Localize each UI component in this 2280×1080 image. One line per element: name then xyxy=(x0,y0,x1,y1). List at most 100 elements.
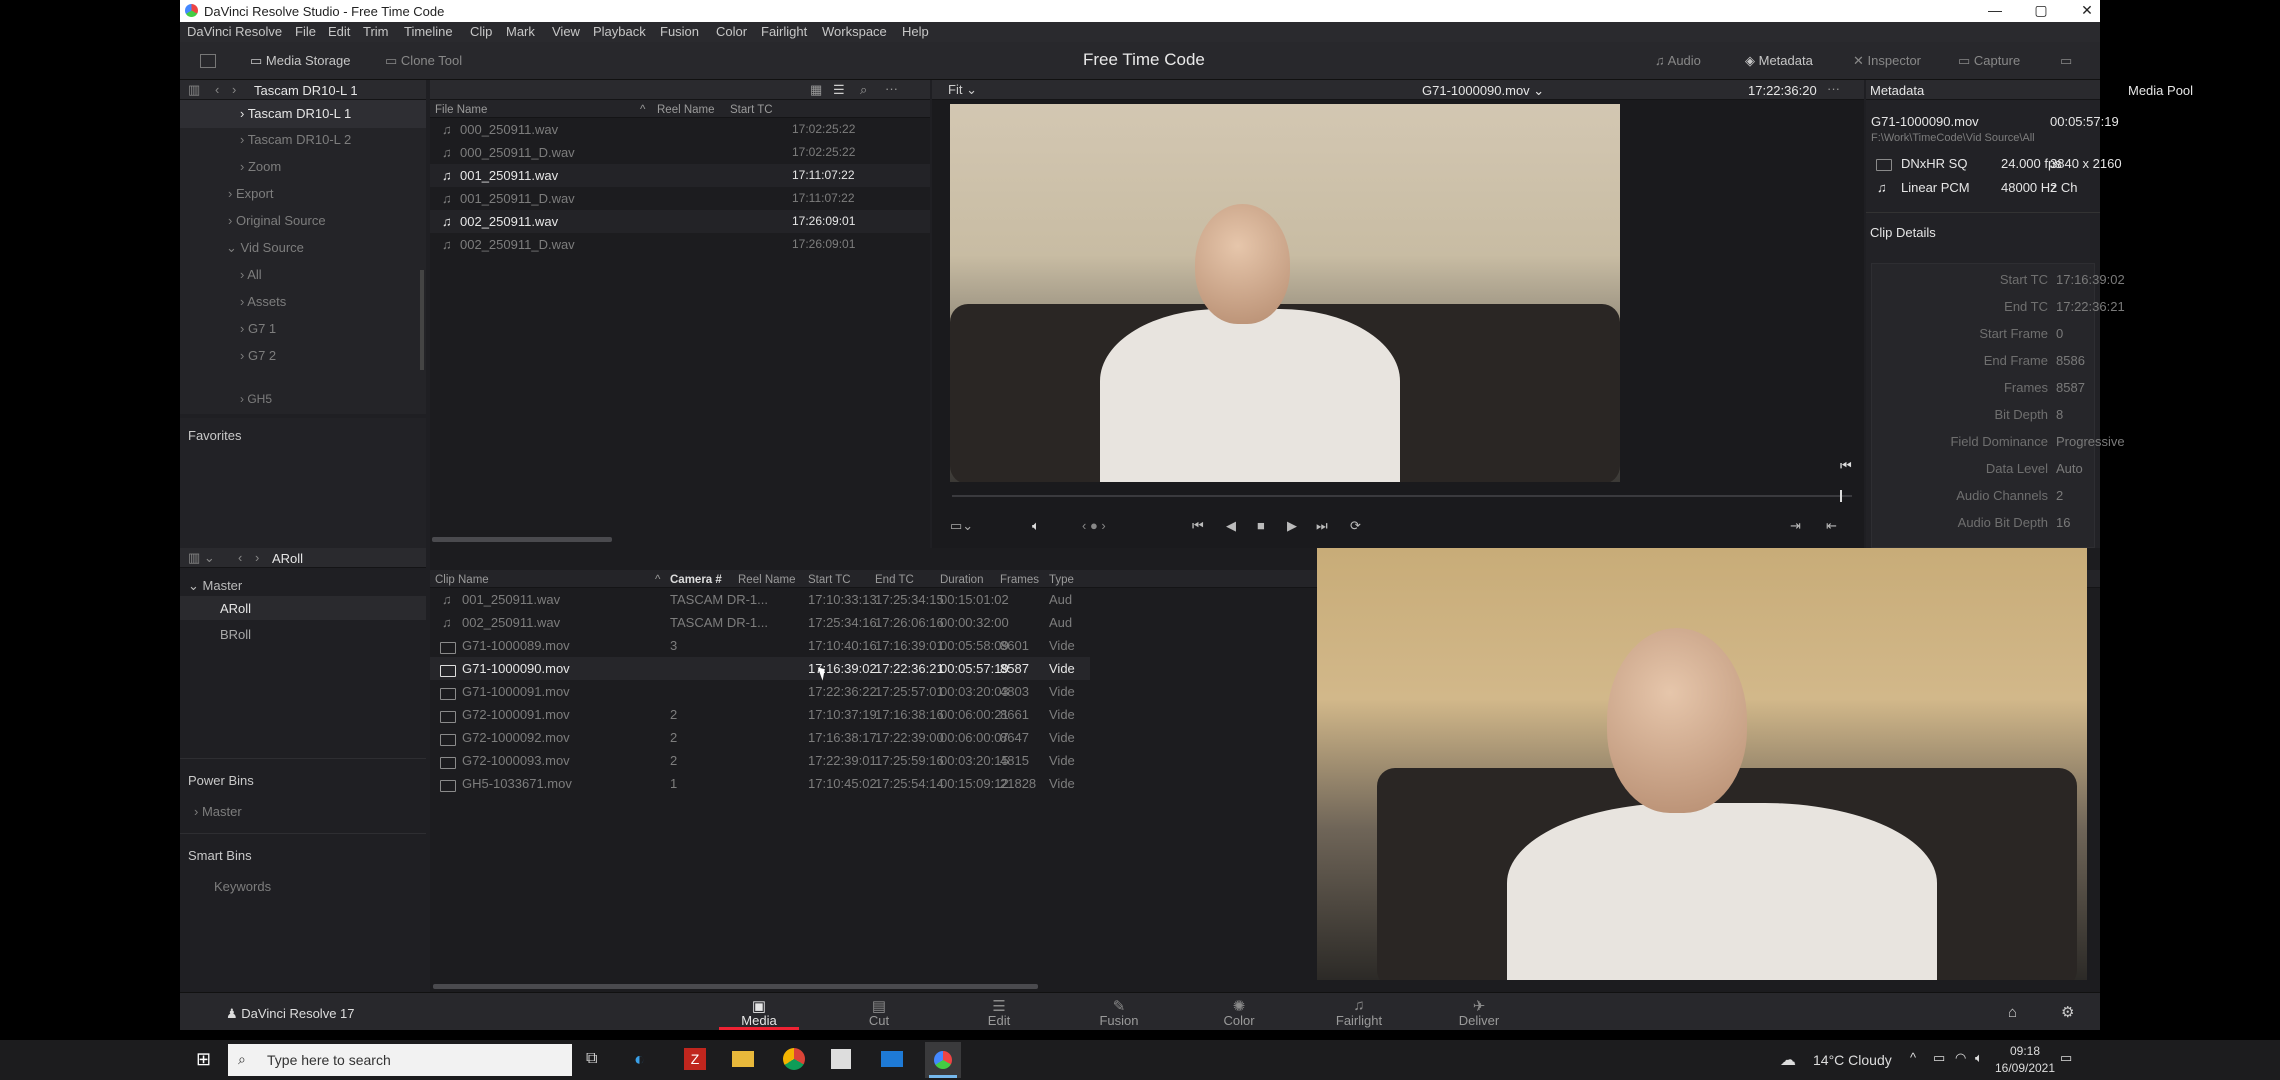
col-start-tc[interactable]: Start TC xyxy=(808,574,851,586)
table-row[interactable]: G72-1000093.mov 2 17:22:39:01 17:25:59:1… xyxy=(430,749,1090,772)
sidebar-toggle-icon[interactable]: ▥ xyxy=(188,82,200,98)
list-item[interactable]: ♫ 001_250911.wav 17:11:07:22 xyxy=(430,164,930,187)
col-type[interactable]: Type xyxy=(1049,574,1074,586)
tree-item-original-source[interactable]: › Original Source xyxy=(228,213,326,228)
table-row[interactable]: GH5-1033671.mov 1 17:10:45:02 17:25:54:1… xyxy=(430,772,1090,795)
tree-item-zoom[interactable]: › Zoom xyxy=(240,159,281,174)
page-deliver[interactable]: ✈ Deliver xyxy=(1439,997,1519,1028)
bin-list-toggle-icon[interactable]: ▥ ⌄ xyxy=(188,550,215,566)
minimize-icon[interactable]: — xyxy=(1980,2,2010,18)
clock-time[interactable]: 09:18 xyxy=(2000,1044,2050,1058)
bin-forward-icon[interactable]: › xyxy=(255,550,259,565)
table-row[interactable]: ♫ 002_250911.wav TASCAM DR-1... 17:25:34… xyxy=(430,611,1090,634)
volume-icon[interactable]: 🔈︎ xyxy=(1032,518,1040,534)
page-fusion[interactable]: ✎ Fusion xyxy=(1079,997,1159,1028)
tree-item-vid-source[interactable]: ⌄ Vid Source xyxy=(226,240,304,256)
metadata-button[interactable]: ◈ Metadata xyxy=(1745,53,1813,69)
jog-control[interactable]: ‹ ● › xyxy=(1082,518,1106,533)
skip-to-start-icon[interactable]: ⏮ xyxy=(1192,518,1204,534)
close-icon[interactable]: ✕ xyxy=(2072,2,2102,19)
tree-item-tascam-1[interactable]: › Tascam DR10-L 1 xyxy=(240,106,351,121)
col-sort-icon[interactable]: ^ xyxy=(640,104,645,116)
power-bin-master[interactable]: › Master xyxy=(194,804,242,819)
viewer-options-icon[interactable]: ··· xyxy=(1827,81,1840,96)
menu-workspace[interactable]: Workspace xyxy=(822,24,887,39)
list-item[interactable]: ♫ 000_250911.wav 17:02:25:22 xyxy=(430,118,930,141)
filezilla-icon[interactable]: Z xyxy=(684,1048,706,1070)
page-color[interactable]: ✺ Color xyxy=(1199,997,1279,1028)
menu-edit[interactable]: Edit xyxy=(328,24,350,39)
page-edit[interactable]: ☰ Edit xyxy=(959,997,1039,1028)
go-to-first-frame-icon[interactable]: ⏮ xyxy=(1840,458,1852,474)
home-icon[interactable]: ⌂ xyxy=(2008,1004,2017,1021)
notifications-icon[interactable]: ▭ xyxy=(2060,1050,2072,1066)
col-camera[interactable]: Camera # xyxy=(670,574,722,586)
store-icon[interactable] xyxy=(831,1049,851,1069)
monitor-icon[interactable]: ▭ xyxy=(2060,53,2072,69)
col-file-name[interactable]: File Name xyxy=(435,104,487,116)
col-frames[interactable]: Frames xyxy=(1000,574,1039,586)
col-start-tc[interactable]: Start TC xyxy=(730,104,773,116)
gear-icon[interactable]: ⚙ xyxy=(2061,1003,2074,1021)
col-duration[interactable]: Duration xyxy=(940,574,983,586)
table-row[interactable]: G71-1000091.mov 17:22:36:22 17:25:57:01 … xyxy=(430,680,1090,703)
tree-item-gh5[interactable]: › GH5 xyxy=(240,392,272,406)
bin-master[interactable]: ⌄ Master xyxy=(188,578,242,594)
weather-text[interactable]: 14°C Cloudy xyxy=(1813,1052,1892,1068)
clip-list-scrollbar[interactable] xyxy=(433,984,1038,989)
task-view-icon[interactable]: ⧉ xyxy=(586,1050,597,1068)
back-icon[interactable]: ‹ xyxy=(215,82,219,97)
tree-item-g7-1[interactable]: › G7 1 xyxy=(240,321,276,336)
col-reel-name[interactable]: Reel Name xyxy=(657,104,715,116)
page-cut[interactable]: ▤ Cut xyxy=(839,997,919,1028)
page-media[interactable]: ▣ Media xyxy=(719,997,799,1028)
weather-cloud-icon[interactable]: ☁ xyxy=(1780,1050,1796,1070)
windows-start-icon[interactable]: ⊞ xyxy=(196,1049,211,1070)
loop-icon[interactable]: ⟳ xyxy=(1350,518,1361,534)
col-reel-name[interactable]: Reel Name xyxy=(738,574,796,586)
stop-icon[interactable]: ■ xyxy=(1257,518,1265,533)
playhead[interactable] xyxy=(1840,490,1842,502)
file-explorer-icon[interactable] xyxy=(732,1051,754,1067)
file-list-scrollbar[interactable] xyxy=(432,537,612,542)
volume-tray-icon[interactable]: 🔈︎ xyxy=(1975,1050,1983,1066)
taskbar-search[interactable]: ⌕ Type here to search xyxy=(228,1044,572,1076)
media-storage-button[interactable]: ▭ Media Storage xyxy=(250,53,350,69)
mark-out-icon[interactable]: ⇤ xyxy=(1826,518,1837,534)
page-fairlight[interactable]: ♫ Fairlight xyxy=(1319,997,1399,1028)
list-item[interactable]: ♫ 002_250911_D.wav 17:26:09:01 xyxy=(430,233,930,256)
resolve-taskbar-button[interactable] xyxy=(925,1042,961,1078)
list-view-icon[interactable]: ☰ xyxy=(833,82,845,98)
tree-item-assets[interactable]: › Assets xyxy=(240,294,286,309)
bin-broll[interactable]: BRoll xyxy=(220,627,251,642)
table-row[interactable]: ♫ 001_250911.wav TASCAM DR-1... 17:10:33… xyxy=(430,588,1090,611)
tree-item-g7-2[interactable]: › G7 2 xyxy=(240,348,276,363)
forward-icon[interactable]: › xyxy=(232,82,236,97)
col-clip-name[interactable]: Clip Name xyxy=(435,574,489,586)
viewer-clip-name[interactable]: G71-1000090.mov ⌄ xyxy=(1422,83,1544,99)
menu-view[interactable]: View xyxy=(552,24,580,39)
table-row[interactable]: G71-1000089.mov 3 17:10:40:16 17:16:39:0… xyxy=(430,634,1090,657)
table-row-selected[interactable]: G71-1000090.mov 17:16:39:02 17:22:36:21 … xyxy=(430,657,1090,680)
mark-in-icon[interactable]: ⇥ xyxy=(1790,518,1801,534)
tree-item-all[interactable]: › All xyxy=(240,267,262,282)
more-options-icon[interactable]: ··· xyxy=(885,81,898,96)
list-item[interactable]: ♫ 000_250911_D.wav 17:02:25:22 xyxy=(430,141,930,164)
menu-playback[interactable]: Playback xyxy=(593,24,646,39)
tray-chevron-icon[interactable]: ^ xyxy=(1910,1050,1916,1065)
menu-timeline[interactable]: Timeline xyxy=(404,24,453,39)
menu-davinci[interactable]: DaVinci Resolve xyxy=(187,24,282,39)
wifi-icon[interactable]: ◠ xyxy=(1955,1050,1966,1066)
menu-mark[interactable]: Mark xyxy=(506,24,535,39)
viewer-video-frame[interactable] xyxy=(950,104,1620,482)
maximize-icon[interactable]: ▢ xyxy=(2026,2,2056,19)
menu-file[interactable]: File xyxy=(295,24,316,39)
inspector-button[interactable]: ✕ Inspector xyxy=(1853,53,1921,69)
menu-fairlight[interactable]: Fairlight xyxy=(761,24,807,39)
menu-color[interactable]: Color xyxy=(716,24,747,39)
viewer-mode-icon[interactable]: ▭⌄ xyxy=(950,518,973,534)
zoom-fit-dropdown[interactable]: Fit ⌄ xyxy=(948,82,977,98)
col-end-tc[interactable]: End TC xyxy=(875,574,914,586)
search-icon[interactable]: ⌕ xyxy=(860,82,867,98)
clock-date[interactable]: 16/09/2021 xyxy=(1985,1061,2065,1075)
